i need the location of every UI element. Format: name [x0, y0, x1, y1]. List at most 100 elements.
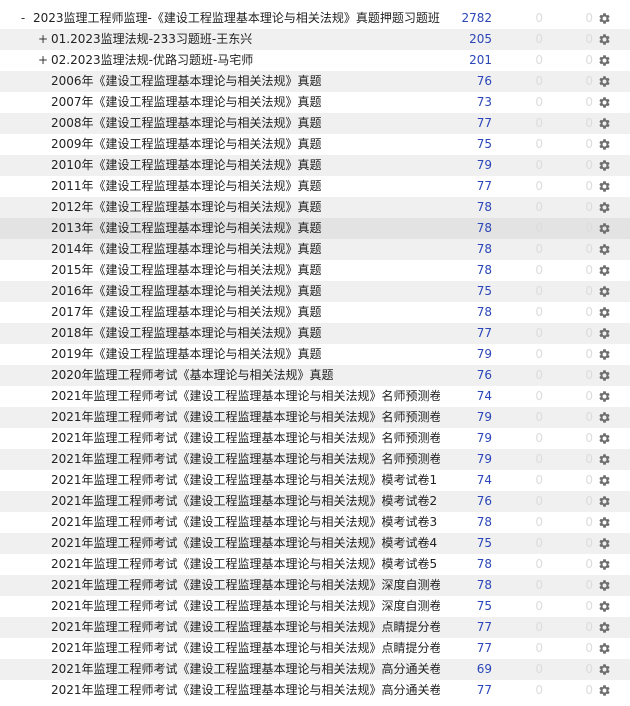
collapse-toggle[interactable]: - [17, 8, 29, 29]
gear-icon[interactable] [598, 432, 611, 445]
deck-row[interactable]: 2021年监理工程师考试《建设工程监理基本理论与相关法规》点睛提分卷1 77 0 0 [0, 617, 630, 638]
deck-row[interactable]: 2021年监理工程师考试《建设工程监理基本理论与相关法规》模考试卷5 78 0 0 [0, 554, 630, 575]
gear-icon[interactable] [598, 642, 611, 655]
gear-icon[interactable] [598, 495, 611, 508]
deck-row[interactable]: 2019年《建设工程监理基本理论与相关法规》真题 79 0 0 [0, 344, 630, 365]
gear-icon[interactable] [598, 600, 611, 613]
deck-name-link[interactable]: 2014年《建设工程监理基本理论与相关法规》真题 [51, 239, 440, 260]
deck-name-link[interactable]: 2021年监理工程师考试《建设工程监理基本理论与相关法规》点睛提分卷2 [51, 638, 440, 659]
deck-name-link[interactable]: 2021年监理工程师考试《建设工程监理基本理论与相关法规》名师预测卷3 [51, 428, 440, 449]
deck-name-link[interactable]: 2006年《建设工程监理基本理论与相关法规》真题 [51, 71, 440, 92]
deck-row[interactable]: 2007年《建设工程监理基本理论与相关法规》真题 73 0 0 [0, 92, 630, 113]
deck-row[interactable]: 2021年监理工程师考试《建设工程监理基本理论与相关法规》高分通关卷1 69 0 0 [0, 659, 630, 680]
deck-row[interactable]: -2023监理工程师监理-《建设工程监理基本理论与相关法规》真题押题习题班 278… [0, 8, 630, 29]
deck-row[interactable]: 2012年《建设工程监理基本理论与相关法规》真题 78 0 0 [0, 197, 630, 218]
deck-name-link[interactable]: 2021年监理工程师考试《建设工程监理基本理论与相关法规》名师预测卷1 [51, 386, 440, 407]
gear-icon[interactable] [598, 663, 611, 676]
deck-row[interactable]: 2021年监理工程师考试《建设工程监理基本理论与相关法规》模考试卷1 74 0 0 [0, 470, 630, 491]
deck-name-link[interactable]: 2013年《建设工程监理基本理论与相关法规》真题 [51, 218, 440, 239]
deck-row[interactable]: 2021年监理工程师考试《建设工程监理基本理论与相关法规》高分通关卷2 77 0 0 [0, 680, 630, 701]
deck-row[interactable]: 2010年《建设工程监理基本理论与相关法规》真题 79 0 0 [0, 155, 630, 176]
deck-row[interactable]: 2015年《建设工程监理基本理论与相关法规》真题 78 0 0 [0, 260, 630, 281]
gear-icon[interactable] [598, 348, 611, 361]
gear-icon[interactable] [598, 264, 611, 277]
gear-icon[interactable] [598, 12, 611, 25]
deck-name-link[interactable]: 2021年监理工程师考试《建设工程监理基本理论与相关法规》名师预测卷4 [51, 449, 440, 470]
deck-row[interactable]: 2021年监理工程师考试《建设工程监理基本理论与相关法规》点睛提分卷2 77 0 0 [0, 638, 630, 659]
gear-icon[interactable] [598, 285, 611, 298]
gear-icon[interactable] [598, 243, 611, 256]
gear-icon[interactable] [598, 558, 611, 571]
gear-icon[interactable] [598, 537, 611, 550]
deck-row[interactable]: 2021年监理工程师考试《建设工程监理基本理论与相关法规》深度自测卷1 78 0 0 [0, 575, 630, 596]
deck-name-link[interactable]: 2017年《建设工程监理基本理论与相关法规》真题 [51, 302, 440, 323]
gear-icon[interactable] [598, 327, 611, 340]
gear-icon[interactable] [598, 390, 611, 403]
deck-name-link[interactable]: 2023监理工程师监理-《建设工程监理基本理论与相关法规》真题押题习题班 [33, 8, 440, 29]
deck-name-link[interactable]: 2021年监理工程师考试《建设工程监理基本理论与相关法规》深度自测卷1 [51, 575, 440, 596]
deck-row[interactable]: 2011年《建设工程监理基本理论与相关法规》真题 77 0 0 [0, 176, 630, 197]
deck-name-link[interactable]: 2021年监理工程师考试《建设工程监理基本理论与相关法规》高分通关卷1 [51, 659, 440, 680]
deck-row[interactable]: 2021年监理工程师考试《建设工程监理基本理论与相关法规》模考试卷3 78 0 0 [0, 512, 630, 533]
gear-icon[interactable] [598, 54, 611, 67]
deck-row[interactable]: 2017年《建设工程监理基本理论与相关法规》真题 78 0 0 [0, 302, 630, 323]
gear-icon[interactable] [598, 201, 611, 214]
gear-icon[interactable] [598, 684, 611, 697]
deck-name-link[interactable]: 2021年监理工程师考试《建设工程监理基本理论与相关法规》模考试卷1 [51, 470, 440, 491]
deck-name-link[interactable]: 2012年《建设工程监理基本理论与相关法规》真题 [51, 197, 440, 218]
gear-icon[interactable] [598, 138, 611, 151]
deck-row[interactable]: 2014年《建设工程监理基本理论与相关法规》真题 78 0 0 [0, 239, 630, 260]
deck-row[interactable]: 2008年《建设工程监理基本理论与相关法规》真题 77 0 0 [0, 113, 630, 134]
deck-name-link[interactable]: 2021年监理工程师考试《建设工程监理基本理论与相关法规》名师预测卷2 [51, 407, 440, 428]
deck-row[interactable]: 2013年《建设工程监理基本理论与相关法规》真题 78 0 0 [0, 218, 630, 239]
deck-row[interactable]: +02.2023监理法规-优路习题班-马宅师 201 0 0 [0, 50, 630, 71]
gear-icon[interactable] [598, 96, 611, 109]
deck-name-link[interactable]: 2021年监理工程师考试《建设工程监理基本理论与相关法规》模考试卷5 [51, 554, 440, 575]
gear-icon[interactable] [598, 33, 611, 46]
deck-name-link[interactable]: 2021年监理工程师考试《建设工程监理基本理论与相关法规》模考试卷2 [51, 491, 440, 512]
gear-icon[interactable] [598, 369, 611, 382]
deck-name-link[interactable]: 2015年《建设工程监理基本理论与相关法规》真题 [51, 260, 440, 281]
deck-row[interactable]: 2006年《建设工程监理基本理论与相关法规》真题 76 0 0 [0, 71, 630, 92]
deck-name-link[interactable]: 2021年监理工程师考试《建设工程监理基本理论与相关法规》点睛提分卷1 [51, 617, 440, 638]
gear-icon[interactable] [598, 621, 611, 634]
gear-icon[interactable] [598, 516, 611, 529]
deck-row[interactable]: 2021年监理工程师考试《建设工程监理基本理论与相关法规》名师预测卷4 79 0 0 [0, 449, 630, 470]
expand-toggle[interactable]: + [37, 50, 49, 71]
deck-name-link[interactable]: 2020年监理工程师考试《基本理论与相关法规》真题 [51, 365, 440, 386]
gear-icon[interactable] [598, 180, 611, 193]
gear-icon[interactable] [598, 474, 611, 487]
deck-row[interactable]: 2016年《建设工程监理基本理论与相关法规》真题 75 0 0 [0, 281, 630, 302]
gear-icon[interactable] [598, 117, 611, 130]
deck-name-link[interactable]: 2021年监理工程师考试《建设工程监理基本理论与相关法规》高分通关卷2 [51, 680, 440, 701]
deck-name-link[interactable]: 2021年监理工程师考试《建设工程监理基本理论与相关法规》模考试卷3 [51, 512, 440, 533]
deck-name-link[interactable]: 2009年《建设工程监理基本理论与相关法规》真题 [51, 134, 440, 155]
deck-row[interactable]: 2021年监理工程师考试《建设工程监理基本理论与相关法规》模考试卷4 75 0 0 [0, 533, 630, 554]
gear-icon[interactable] [598, 306, 611, 319]
gear-icon[interactable] [598, 159, 611, 172]
deck-name-link[interactable]: 2008年《建设工程监理基本理论与相关法规》真题 [51, 113, 440, 134]
gear-icon[interactable] [598, 75, 611, 88]
deck-row[interactable]: 2021年监理工程师考试《建设工程监理基本理论与相关法规》名师预测卷2 79 0 0 [0, 407, 630, 428]
deck-row[interactable]: 2021年监理工程师考试《建设工程监理基本理论与相关法规》深度自测卷2 75 0 0 [0, 596, 630, 617]
gear-icon[interactable] [598, 222, 611, 235]
gear-icon[interactable] [598, 453, 611, 466]
deck-row[interactable]: 2021年监理工程师考试《建设工程监理基本理论与相关法规》名师预测卷1 74 0 0 [0, 386, 630, 407]
deck-row[interactable]: 2021年监理工程师考试《建设工程监理基本理论与相关法规》模考试卷2 76 0 0 [0, 491, 630, 512]
gear-icon[interactable] [598, 579, 611, 592]
deck-name-link[interactable]: 2018年《建设工程监理基本理论与相关法规》真题 [51, 323, 440, 344]
deck-row[interactable]: +01.2023监理法规-233习题班-王东兴 205 0 0 [0, 29, 630, 50]
deck-name-link[interactable]: 01.2023监理法规-233习题班-王东兴 [51, 29, 440, 50]
deck-name-link[interactable]: 2011年《建设工程监理基本理论与相关法规》真题 [51, 176, 440, 197]
deck-name-link[interactable]: 2021年监理工程师考试《建设工程监理基本理论与相关法规》深度自测卷2 [51, 596, 440, 617]
deck-row[interactable]: 2021年监理工程师考试《建设工程监理基本理论与相关法规》名师预测卷3 79 0 0 [0, 428, 630, 449]
deck-name-link[interactable]: 02.2023监理法规-优路习题班-马宅师 [51, 50, 440, 71]
deck-name-link[interactable]: 2021年监理工程师考试《建设工程监理基本理论与相关法规》模考试卷4 [51, 533, 440, 554]
deck-name-link[interactable]: 2016年《建设工程监理基本理论与相关法规》真题 [51, 281, 440, 302]
deck-row[interactable]: 2020年监理工程师考试《基本理论与相关法规》真题 76 0 0 [0, 365, 630, 386]
deck-name-link[interactable]: 2019年《建设工程监理基本理论与相关法规》真题 [51, 344, 440, 365]
gear-icon[interactable] [598, 411, 611, 424]
expand-toggle[interactable]: + [37, 29, 49, 50]
deck-name-link[interactable]: 2007年《建设工程监理基本理论与相关法规》真题 [51, 92, 440, 113]
deck-row[interactable]: 2009年《建设工程监理基本理论与相关法规》真题 75 0 0 [0, 134, 630, 155]
